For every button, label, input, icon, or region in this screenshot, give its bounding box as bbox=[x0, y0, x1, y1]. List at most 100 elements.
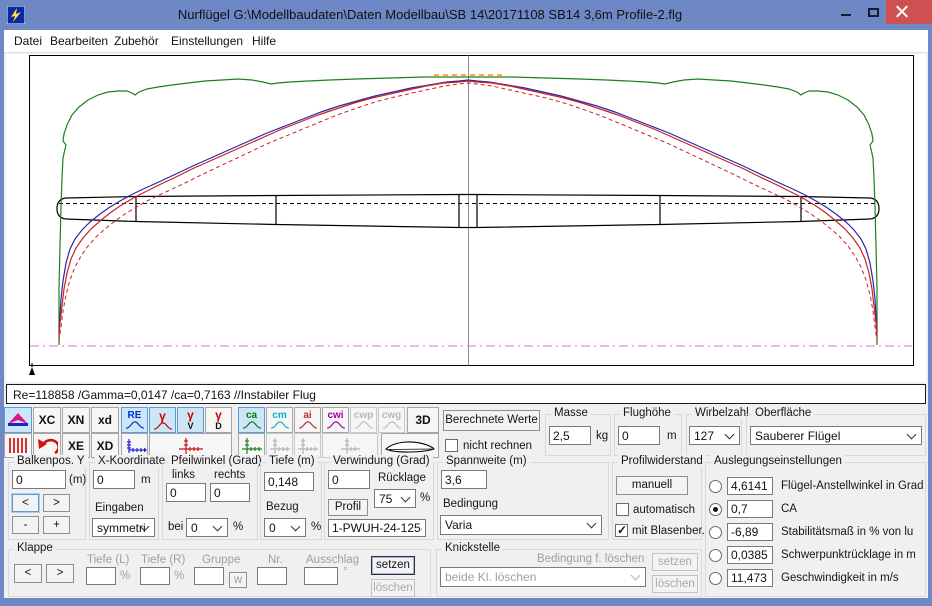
balkenpos-next-button[interactable]: > bbox=[43, 494, 70, 512]
view-3d-button[interactable]: 3D bbox=[407, 407, 439, 433]
cwp-curve-icon bbox=[354, 421, 374, 429]
balkenpos-minus-button[interactable]: - bbox=[12, 516, 39, 534]
ai-curve-button[interactable]: ai bbox=[294, 407, 321, 433]
nicht-rechnen-label: nicht rechnen bbox=[463, 440, 532, 452]
close-button[interactable] bbox=[886, 0, 932, 24]
flughoehe-input[interactable] bbox=[618, 426, 660, 445]
gamma-v-button[interactable]: γ V bbox=[177, 407, 204, 433]
title-bar: Nurflügel G:\Modellbaudaten\Daten Modell… bbox=[0, 0, 932, 30]
nr-input[interactable] bbox=[257, 567, 287, 585]
verwindung-title: Verwindung (Grad) bbox=[330, 455, 433, 467]
gamma-d-button[interactable]: γ D bbox=[205, 407, 232, 433]
gamma-curve-button[interactable]: γ bbox=[149, 407, 176, 433]
manuell-button[interactable]: manuell bbox=[616, 476, 688, 495]
auslegung-radio-1[interactable] bbox=[709, 503, 722, 516]
pfeilwinkel-rechts-label: rechts bbox=[214, 469, 245, 481]
ausschlag-input[interactable] bbox=[304, 567, 338, 585]
cm-curve-button[interactable]: cm bbox=[266, 407, 293, 433]
blasen-label: mit Blasenber. bbox=[632, 525, 705, 537]
verwindung-input[interactable] bbox=[328, 470, 370, 489]
klappe-loeschen-button[interactable]: löschen bbox=[371, 579, 415, 597]
xkoordinate-input[interactable] bbox=[93, 470, 135, 489]
profil-input[interactable] bbox=[328, 519, 426, 537]
menu-bar: Datei Bearbeiten Zubehör Einstellungen H… bbox=[4, 30, 928, 53]
w-button[interactable]: w bbox=[229, 572, 247, 588]
profil-button[interactable]: Profil bbox=[328, 499, 368, 516]
auslegung-radio-2[interactable] bbox=[709, 526, 722, 539]
nicht-rechnen-checkbox[interactable] bbox=[445, 439, 458, 452]
app-window: Nurflügel G:\Modellbaudaten\Daten Modell… bbox=[0, 0, 932, 606]
tiefe-l-input[interactable] bbox=[86, 567, 116, 585]
minimize-button[interactable] bbox=[833, 5, 859, 22]
balkenpos-prev-button[interactable]: < bbox=[12, 494, 39, 512]
wirbelzahl-dropdown[interactable]: 127 bbox=[689, 426, 740, 445]
re-curve-button[interactable]: RE bbox=[121, 407, 148, 433]
bedingung-dropdown[interactable]: Varia bbox=[440, 515, 602, 535]
wing-icon bbox=[6, 412, 30, 429]
chevron-down-icon bbox=[725, 429, 735, 439]
auslegung-value-2[interactable] bbox=[727, 523, 773, 541]
eingaben-dropdown[interactable]: symmetri bbox=[92, 518, 155, 537]
bezug-dropdown[interactable]: 0 bbox=[264, 518, 306, 537]
tiefe-title: Tiefe (m) bbox=[266, 455, 318, 467]
spannweite-input[interactable] bbox=[441, 470, 487, 489]
chevron-down-icon bbox=[631, 571, 641, 581]
auslegung-radio-0[interactable] bbox=[709, 480, 722, 493]
menu-einstellungen[interactable]: Einstellungen bbox=[171, 34, 243, 48]
pfeilwinkel-rechts-input[interactable] bbox=[210, 483, 250, 502]
berechnete-werte-button[interactable]: Berechnete Werte bbox=[443, 410, 540, 431]
xd-button[interactable]: xd bbox=[91, 407, 119, 433]
blasen-checkbox[interactable] bbox=[615, 524, 628, 537]
auslegung-radio-4[interactable] bbox=[709, 572, 722, 585]
ca-curve-button[interactable]: ca bbox=[238, 407, 265, 433]
ribs-icon bbox=[7, 437, 29, 454]
balkenpos-input[interactable] bbox=[12, 470, 66, 489]
cwi-curve-icon bbox=[326, 421, 346, 429]
tiefe-r-percent: % bbox=[174, 570, 184, 582]
knickstelle-setzen-button[interactable]: setzen bbox=[652, 553, 698, 571]
axis-gray-icon bbox=[296, 437, 320, 455]
xc-button[interactable]: XC bbox=[33, 407, 61, 433]
maximize-button[interactable] bbox=[861, 5, 887, 22]
automatisch-checkbox[interactable] bbox=[616, 503, 629, 516]
tiefe-input[interactable] bbox=[264, 472, 314, 491]
tiefe-r-input[interactable] bbox=[140, 567, 170, 585]
ruecklage-dropdown[interactable]: 75 bbox=[374, 489, 416, 508]
auslegung-value-4[interactable] bbox=[727, 569, 773, 587]
status-bar: Re=118858 /Gamma=0,0147 /ca=0,7163 //Ins… bbox=[6, 384, 926, 404]
auslegung-label-4: Geschwindigkeit in m/s bbox=[781, 572, 899, 584]
cm-curve-icon bbox=[270, 421, 290, 429]
masse-input[interactable] bbox=[549, 426, 591, 445]
wing-plot-canvas[interactable] bbox=[6, 54, 926, 382]
wing-view-button[interactable] bbox=[4, 407, 32, 433]
window-edge-left bbox=[0, 30, 4, 606]
cwp-curve-button[interactable]: cwp bbox=[350, 407, 377, 433]
gruppe-input[interactable] bbox=[194, 567, 224, 585]
xn-button[interactable]: XN bbox=[62, 407, 90, 433]
chevron-down-icon bbox=[401, 492, 411, 502]
bezug-percent: % bbox=[311, 521, 321, 533]
menu-datei[interactable]: Datei bbox=[14, 34, 42, 48]
cwi-curve-button[interactable]: cwi bbox=[322, 407, 349, 433]
klappe-prev-button[interactable]: < bbox=[14, 564, 42, 583]
oberflaeche-dropdown[interactable]: Sauberer Flügel bbox=[750, 426, 922, 445]
auslegung-label-2: Stabilitätsmaß in % von lu bbox=[781, 526, 913, 538]
auslegung-value-3[interactable] bbox=[727, 546, 773, 564]
menu-hilfe[interactable]: Hilfe bbox=[252, 34, 276, 48]
wirbelzahl-label: Wirbelzahl bbox=[692, 407, 752, 419]
eingaben-label: Eingaben bbox=[95, 502, 144, 514]
menu-zubehoer[interactable]: Zubehör bbox=[114, 34, 159, 48]
auslegung-radio-3[interactable] bbox=[709, 549, 722, 562]
balkenpos-plus-button[interactable]: + bbox=[43, 516, 70, 534]
menu-bearbeiten[interactable]: Bearbeiten bbox=[50, 34, 108, 48]
auslegung-value-1[interactable] bbox=[727, 500, 773, 518]
pfeilwinkel-links-input[interactable] bbox=[166, 483, 206, 502]
auslegung-value-0[interactable] bbox=[727, 477, 773, 495]
bei-dropdown[interactable]: 0 bbox=[186, 518, 228, 537]
knickstelle-loeschen-button[interactable]: löschen bbox=[652, 575, 698, 593]
klappe-next-button[interactable]: > bbox=[46, 564, 74, 583]
cwg-curve-button[interactable]: cwg bbox=[378, 407, 405, 433]
klappe-setzen-button[interactable]: setzen bbox=[371, 556, 415, 575]
knickstelle-dropdown[interactable]: beide Kl. löschen bbox=[440, 567, 646, 587]
axis-green-icon bbox=[240, 437, 264, 455]
